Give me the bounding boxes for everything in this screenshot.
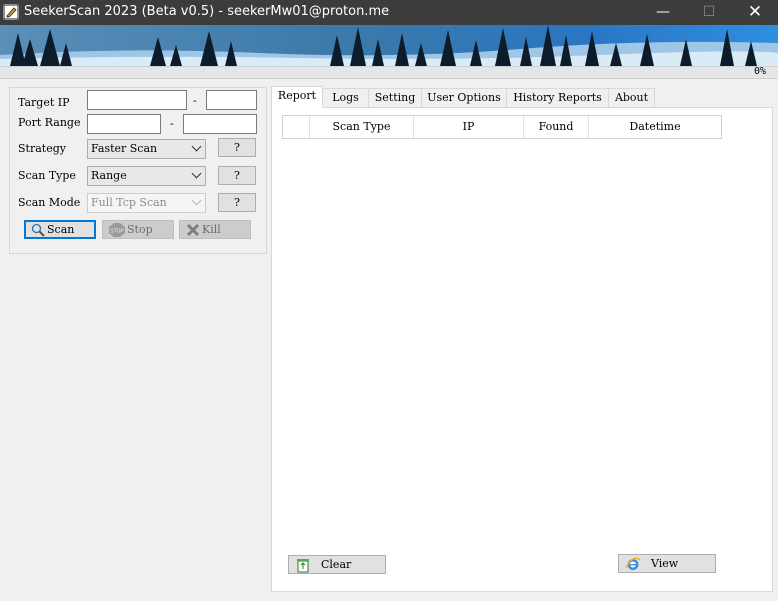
view-button-label: View xyxy=(651,557,679,570)
kill-button: Kill xyxy=(179,220,251,239)
port-start-input[interactable] xyxy=(87,114,161,134)
tab-report[interactable]: Report xyxy=(271,86,323,108)
svg-text:STOP: STOP xyxy=(110,229,123,235)
scan-progress-bar: 0% xyxy=(0,66,778,79)
scan-button-label: Scan xyxy=(47,223,75,236)
magnifier-icon xyxy=(31,223,45,237)
header-banner-image xyxy=(0,25,778,66)
scan-mode-selected-value: Full Tcp Scan xyxy=(91,196,167,209)
port-end-input[interactable] xyxy=(183,114,257,134)
chevron-down-icon xyxy=(191,195,202,206)
scan-mode-label: Scan Mode xyxy=(18,196,81,209)
recycle-bin-icon xyxy=(295,557,311,573)
progress-percent: 0% xyxy=(753,66,766,77)
x-mark-icon xyxy=(186,223,200,237)
view-button[interactable]: View xyxy=(618,554,716,573)
clear-button[interactable]: Clear xyxy=(288,555,386,574)
window-title: SeekerScan 2023 (Beta v0.5) - seekerMw01… xyxy=(24,4,390,19)
app-pencil-icon xyxy=(3,4,19,20)
scan-mode-help-button[interactable]: ? xyxy=(218,193,256,212)
strategy-select[interactable]: Faster Scan xyxy=(87,139,206,159)
scan-mode-select: Full Tcp Scan xyxy=(87,193,206,213)
scan-settings-panel: Target IP - Port Range - Strategy Faster… xyxy=(9,87,267,254)
tab-logs[interactable]: Logs xyxy=(322,88,369,107)
column-header-found[interactable]: Found xyxy=(524,116,589,138)
stop-button-label: Stop xyxy=(127,223,153,236)
strategy-label: Strategy xyxy=(18,142,66,155)
target-ip-separator: - xyxy=(193,94,197,107)
main-tab-control: Report Logs Setting User Options History… xyxy=(271,86,773,592)
tab-setting[interactable]: Setting xyxy=(368,88,422,107)
stop-button: STOP Stop xyxy=(102,220,174,239)
chevron-down-icon xyxy=(191,168,202,179)
column-header-datetime[interactable]: Datetime xyxy=(589,116,721,138)
column-header-ip[interactable]: IP xyxy=(414,116,524,138)
chevron-down-icon xyxy=(191,141,202,152)
scan-button[interactable]: Scan xyxy=(24,220,96,239)
title-bar: SeekerScan 2023 (Beta v0.5) - seekerMw01… xyxy=(0,0,778,25)
minimize-button[interactable]: — xyxy=(640,0,686,25)
internet-explorer-icon xyxy=(625,556,641,572)
kill-button-label: Kill xyxy=(202,223,221,236)
column-header-scan-type[interactable]: Scan Type xyxy=(310,116,414,138)
close-button[interactable]: ✕ xyxy=(732,0,778,25)
tab-about[interactable]: About xyxy=(608,88,655,107)
clear-button-label: Clear xyxy=(321,558,352,571)
maximize-button[interactable]: ☐ xyxy=(686,0,732,25)
target-ip-start-input[interactable] xyxy=(87,90,187,110)
port-range-separator: - xyxy=(170,117,174,130)
scan-type-selected-value: Range xyxy=(91,169,127,182)
strategy-help-button[interactable]: ? xyxy=(218,138,256,157)
tab-user-options[interactable]: User Options xyxy=(421,88,507,107)
column-header-selector[interactable] xyxy=(283,116,310,138)
report-tab-page: Scan Type IP Found Datetime Clear View xyxy=(271,107,773,592)
report-table[interactable]: Scan Type IP Found Datetime xyxy=(282,115,722,139)
scan-type-select[interactable]: Range xyxy=(87,166,206,186)
target-ip-end-input[interactable] xyxy=(206,90,257,110)
target-ip-label: Target IP xyxy=(18,96,70,109)
tab-history-reports[interactable]: History Reports xyxy=(506,88,609,107)
port-range-label: Port Range xyxy=(18,116,81,129)
strategy-selected-value: Faster Scan xyxy=(91,142,158,155)
scan-type-help-button[interactable]: ? xyxy=(218,166,256,185)
scan-type-label: Scan Type xyxy=(18,169,76,182)
stop-sign-icon: STOP xyxy=(109,223,125,237)
